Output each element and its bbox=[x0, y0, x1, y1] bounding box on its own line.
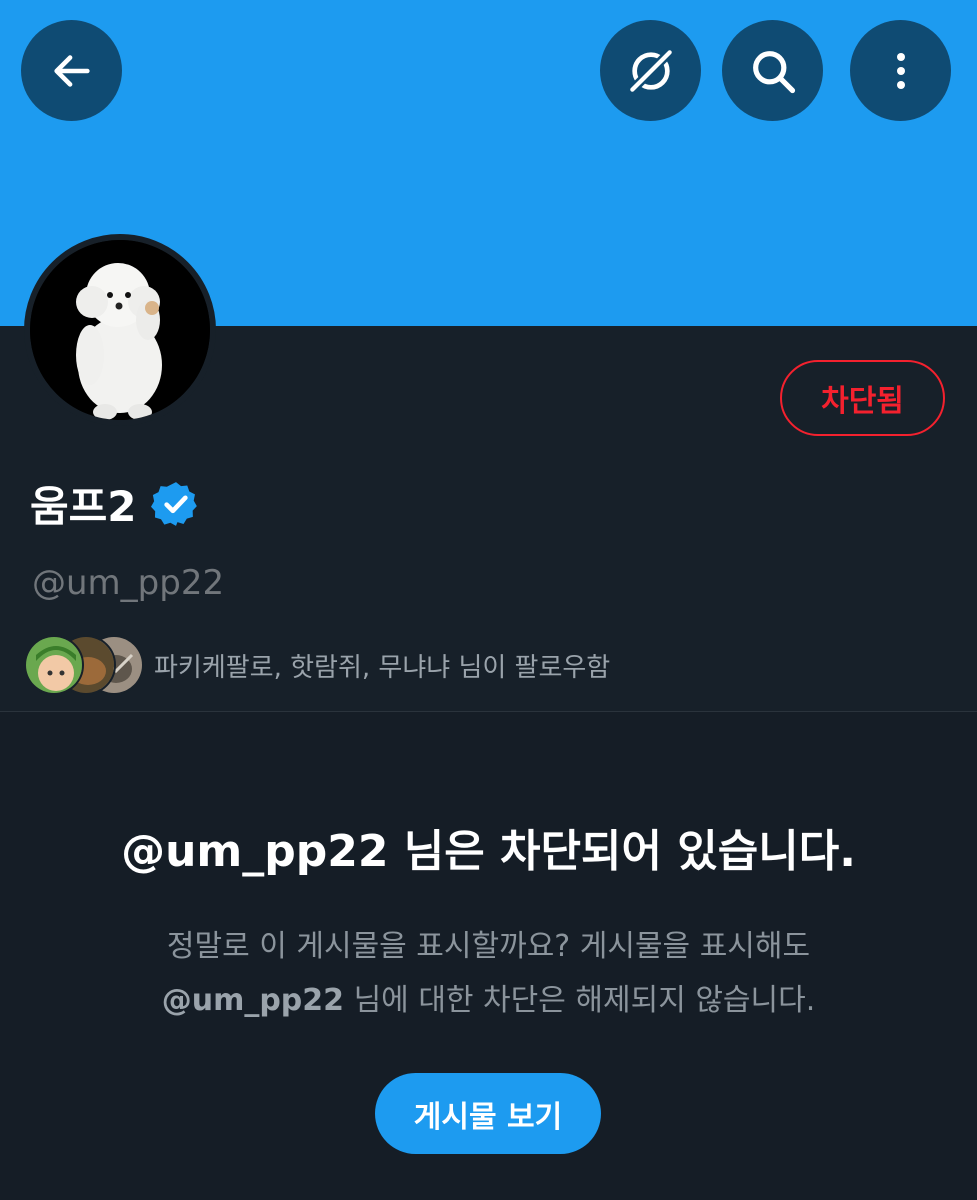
blocked-notice-line2-text: 님에 대한 차단은 해제되지 않습니다. bbox=[344, 983, 816, 1018]
followed-by-row[interactable]: 파키케팔로, 핫람쥐, 무냐냐 님이 팔로우함 bbox=[24, 632, 610, 698]
blocked-button-label: 차단됨 bbox=[821, 384, 904, 419]
follower-avatars bbox=[24, 632, 154, 698]
blocked-notice-line1: 정말로 이 게시물을 표시할까요? 게시물을 표시해도 bbox=[166, 929, 811, 964]
verified-badge-icon[interactable] bbox=[150, 479, 201, 529]
dog-avatar-image bbox=[30, 240, 210, 420]
followed-by-text: 파키케팔로, 핫람쥐, 무냐냐 님이 팔로우함 bbox=[154, 652, 611, 683]
grok-icon bbox=[628, 48, 673, 93]
view-posts-button[interactable]: 게시물 보기 bbox=[375, 1073, 601, 1154]
blocked-notice-description: 정말로 이 게시물을 표시할까요? 게시물을 표시해도 @um_pp22 님에 … bbox=[60, 920, 917, 1028]
arrow-left-icon bbox=[53, 54, 90, 87]
blocked-notice-handle: @um_pp22 bbox=[161, 983, 345, 1018]
grok-button[interactable] bbox=[600, 20, 701, 121]
search-icon bbox=[752, 50, 795, 93]
profile-handle: @um_pp22 bbox=[32, 563, 225, 603]
search-button[interactable] bbox=[722, 20, 823, 121]
more-button[interactable] bbox=[850, 20, 951, 121]
avatar[interactable] bbox=[24, 234, 216, 426]
blocked-notice-title: @um_pp22 님은 차단되어 있습니다. bbox=[121, 826, 856, 877]
blocked-notice-line2: @um_pp22 님에 대한 차단은 해제되지 않습니다. bbox=[60, 974, 917, 1028]
display-name-row: 움프2 bbox=[30, 473, 201, 534]
blocked-button[interactable]: 차단됨 bbox=[780, 360, 945, 436]
more-vertical-icon bbox=[896, 52, 905, 89]
follower-avatar bbox=[24, 635, 84, 695]
view-posts-button-label: 게시물 보기 bbox=[413, 1099, 563, 1135]
display-name: 움프2 bbox=[30, 482, 137, 531]
back-button[interactable] bbox=[21, 20, 122, 121]
